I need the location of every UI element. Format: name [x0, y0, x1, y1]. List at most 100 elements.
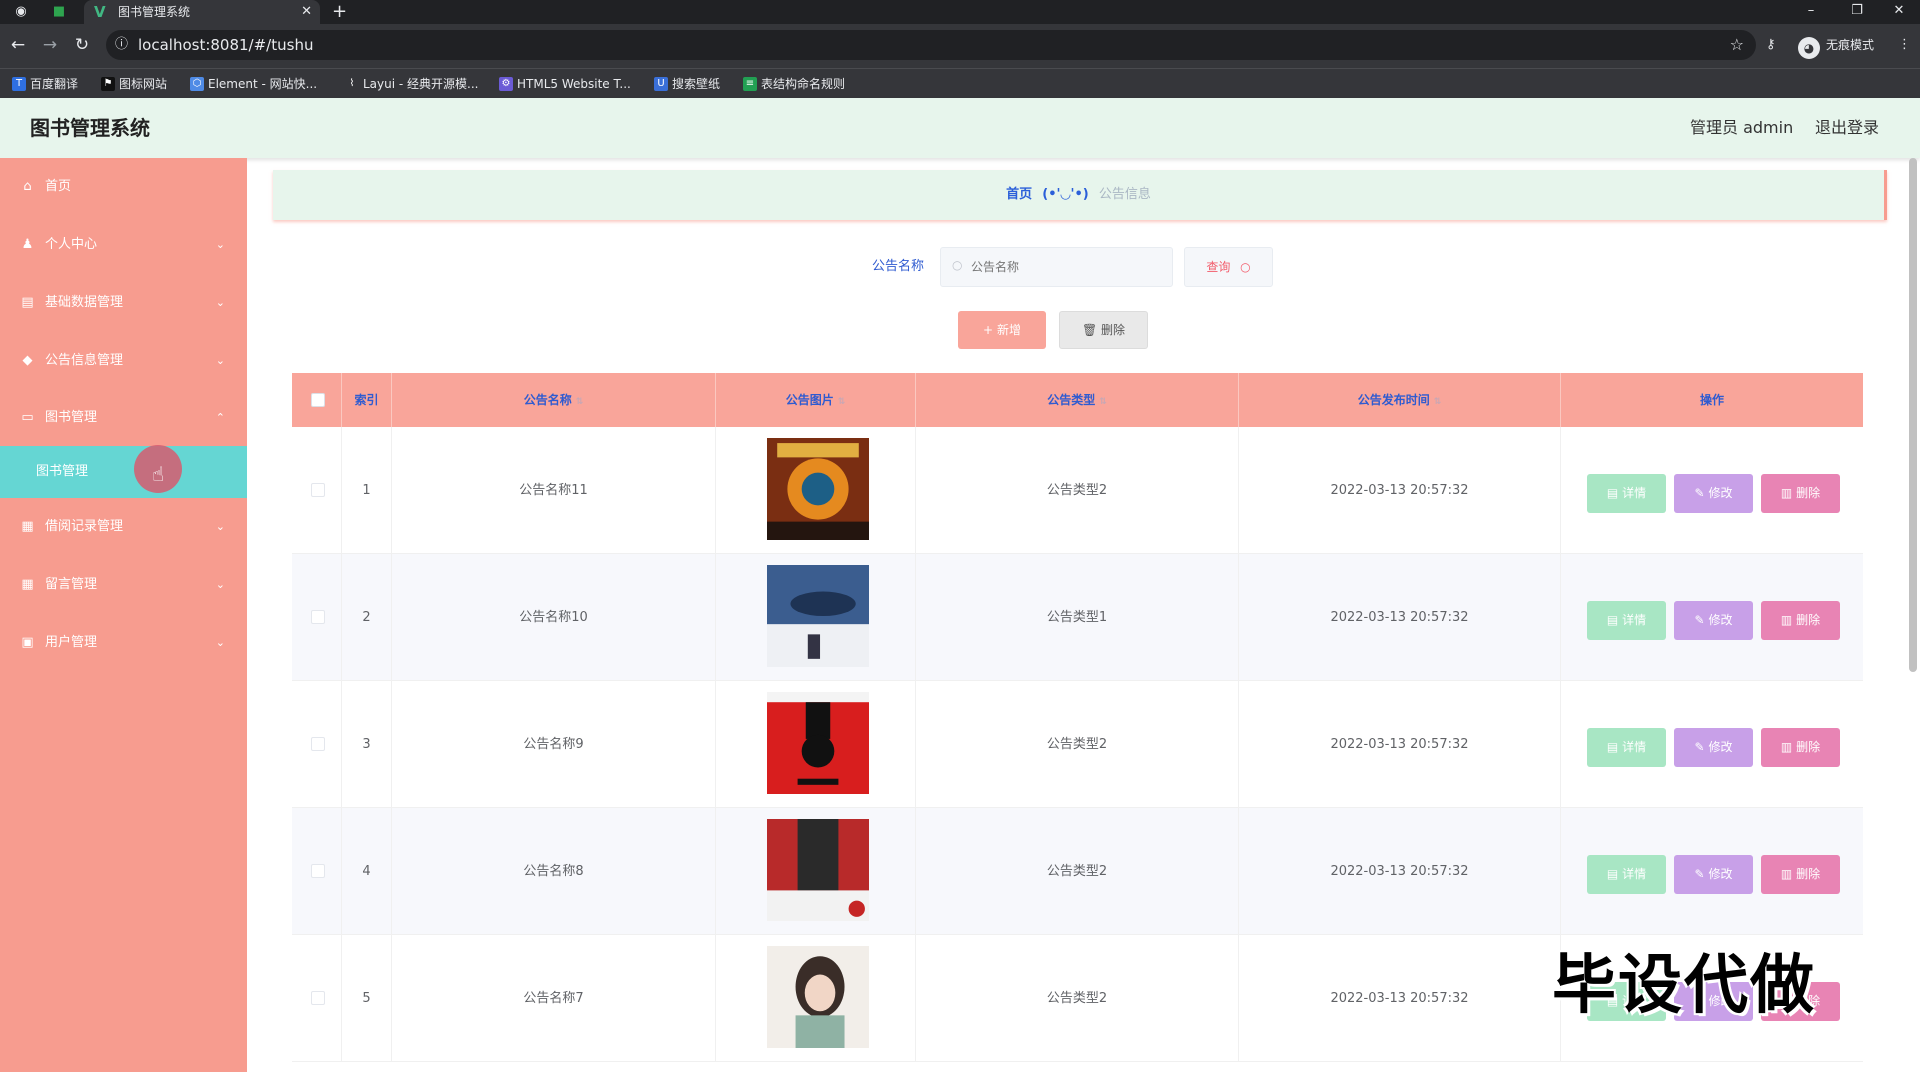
notice-cover-image [767, 819, 869, 921]
col-name[interactable]: 公告名称 ⇅ [392, 373, 716, 427]
query-button[interactable]: 查询 ○ [1184, 247, 1273, 287]
home-icon: ⌂ [23, 179, 32, 194]
sidebar-item-users[interactable]: ▣ 用户管理 ⌄ [0, 614, 247, 672]
back-icon[interactable]: ← [7, 34, 29, 56]
page-scrollbar[interactable] [1909, 158, 1917, 672]
chevron-down-icon: ⌄ [215, 578, 225, 591]
add-button[interactable]: + 新增 [958, 311, 1046, 349]
close-tab-icon[interactable]: ✕ [301, 0, 312, 24]
sort-icon[interactable]: ⇅ [1434, 397, 1442, 407]
search-icon: ○ [952, 258, 963, 272]
batch-delete-button[interactable]: 🗑 删除 [1059, 311, 1148, 349]
row-checkbox[interactable] [311, 610, 325, 624]
row-type: 公告类型1 [916, 554, 1239, 681]
vue-logo-icon: V [94, 3, 106, 21]
bookmark-item[interactable]: ⚙ HTML5 Website T... [497, 69, 631, 99]
pencil-icon: ✎ [1694, 867, 1705, 881]
hand-cursor-icon: ☝ [152, 462, 165, 486]
sidebar-subitem-books[interactable]: 图书管理 [0, 446, 247, 498]
bookmark-star-icon[interactable]: ☆ [1730, 30, 1744, 60]
row-time: 2022-03-13 20:57:32 [1239, 427, 1561, 554]
table-icon: ▦ [21, 577, 34, 592]
key-icon[interactable]: ⚷ [1766, 34, 1776, 56]
flag-icon: ⚑ [101, 77, 115, 91]
row-name: 公告名称7 [392, 935, 716, 1062]
incognito-label[interactable]: 无痕模式 [1826, 34, 1874, 56]
site-info-icon[interactable]: ⓘ [115, 30, 128, 60]
detail-button[interactable]: ▤ 详情 [1587, 855, 1666, 894]
col-type[interactable]: 公告类型 ⇅ [916, 373, 1239, 427]
chevron-down-icon: ⌄ [215, 354, 225, 367]
row-index: 1 [342, 427, 392, 554]
col-index: 索引 [342, 373, 392, 427]
edit-button[interactable]: ✎ 修改 [1674, 728, 1753, 767]
browser-tab[interactable]: V 图书管理系统 ✕ [84, 0, 320, 24]
detail-button[interactable]: ▤ 详情 [1587, 601, 1666, 640]
edit-button[interactable]: ✎ 修改 [1674, 855, 1753, 894]
sort-icon[interactable]: ⇅ [576, 397, 584, 407]
delete-button[interactable]: ▥ 删除 [1761, 728, 1840, 767]
sidebar-item-borrow-records[interactable]: ▦ 借阅记录管理 ⌄ [0, 498, 247, 556]
user-icon: ♟ [21, 237, 34, 252]
notice-cover-image [767, 438, 869, 540]
globe-icon[interactable]: ◉ [12, 3, 30, 21]
row-checkbox[interactable] [311, 737, 325, 751]
incognito-icon[interactable]: ◕ [1798, 37, 1820, 59]
notice-cover-image [767, 946, 869, 1048]
notice-cover-image [767, 565, 869, 667]
reload-icon[interactable]: ↻ [71, 34, 93, 56]
sort-icon[interactable]: ⇅ [838, 397, 846, 407]
delete-button[interactable]: ▥ 删除 [1761, 474, 1840, 513]
minimize-icon[interactable]: – [1788, 0, 1834, 24]
layui-icon: ⌇ [345, 77, 359, 91]
window-close-icon[interactable]: ✕ [1876, 0, 1920, 24]
url-text: localhost:8081/#/tushu [138, 36, 314, 54]
row-type: 公告类型2 [916, 935, 1239, 1062]
bookmark-item[interactable]: ≡ 表结构命名规则 [741, 69, 845, 99]
row-checkbox[interactable] [311, 864, 325, 878]
row-time: 2022-03-13 20:57:32 [1239, 935, 1561, 1062]
pencil-icon: ✎ [1694, 486, 1705, 500]
row-index: 5 [342, 935, 392, 1062]
document-icon: ▤ [1606, 613, 1619, 627]
detail-button[interactable]: ▤ 详情 [1587, 474, 1666, 513]
sidebar-item-base-data[interactable]: ▤ 基础数据管理 ⌄ [0, 274, 247, 332]
detail-button[interactable]: ▤ 详情 [1587, 728, 1666, 767]
url-bar[interactable]: ⓘ localhost:8081/#/tushu ☆ [106, 30, 1756, 60]
forward-icon[interactable]: → [39, 34, 61, 56]
bookmark-item[interactable]: ⌇ Layui - 经典开源模... [343, 69, 478, 99]
delete-button[interactable]: ▥ 删除 [1761, 855, 1840, 894]
sort-icon[interactable]: ⇅ [1099, 397, 1107, 407]
row-checkbox[interactable] [311, 483, 325, 497]
sidebar-item-home[interactable]: ⌂ 首页 [0, 158, 247, 216]
select-all-checkbox[interactable] [311, 393, 325, 407]
edit-button[interactable]: ✎ 修改 [1674, 601, 1753, 640]
trash-icon: ▥ [1780, 740, 1793, 754]
more-menu-icon[interactable]: ⋮ [1898, 34, 1911, 56]
notice-cover-image [767, 692, 869, 794]
row-index: 3 [342, 681, 392, 808]
address-bar-row: ← → ↻ ⓘ localhost:8081/#/tushu ☆ ⚷ 无痕模式 … [0, 24, 1920, 68]
edit-button[interactable]: ✎ 修改 [1674, 474, 1753, 513]
search-input[interactable] [940, 247, 1173, 287]
delete-button[interactable]: ▥ 删除 [1761, 601, 1840, 640]
sidebar-item-books[interactable]: ▭ 图书管理 ⌃ [0, 389, 247, 447]
sidebar-item-profile[interactable]: ♟ 个人中心 ⌄ [0, 216, 247, 274]
row-checkbox[interactable] [311, 991, 325, 1005]
sidebar-item-messages[interactable]: ▦ 留言管理 ⌄ [0, 556, 247, 614]
database-icon: ▤ [21, 295, 34, 310]
col-image[interactable]: 公告图片 ⇅ [716, 373, 916, 427]
sidebar-item-notice[interactable]: ◆ 公告信息管理 ⌄ [0, 332, 247, 390]
breadcrumb-home[interactable]: 首页 [1006, 187, 1032, 202]
document-icon: ▤ [1606, 867, 1619, 881]
logout-link[interactable]: 退出登录 [1815, 98, 1879, 158]
bookmark-item[interactable]: ⚑ 图标网站 [99, 69, 167, 99]
bookmark-item[interactable]: T 百度翻译 [10, 69, 78, 99]
app-header: 图书管理系统 管理员 admin 退出登录 [0, 98, 1920, 158]
restore-icon[interactable]: ❐ [1834, 0, 1880, 24]
bookmark-item[interactable]: U 搜索壁纸 [652, 69, 720, 99]
new-tab-icon[interactable]: + [332, 0, 347, 24]
col-time[interactable]: 公告发布时间 ⇅ [1239, 373, 1561, 427]
bookmark-item[interactable]: ⬡ Element - 网站快... [188, 69, 317, 99]
app-tab-icon[interactable]: ■ [50, 3, 68, 21]
